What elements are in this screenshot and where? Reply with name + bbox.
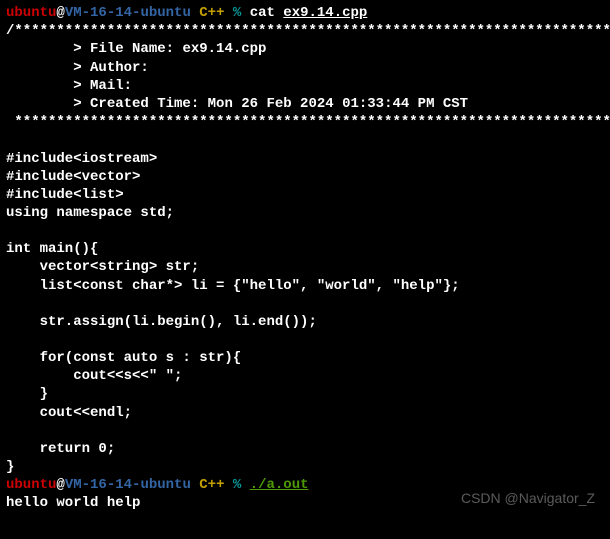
prompt-percent: % bbox=[233, 5, 250, 21]
code-line-close-brace: } bbox=[6, 458, 604, 476]
code-line-for: for(const auto s : str){ bbox=[6, 349, 604, 367]
code-line-include-list: #include<list> bbox=[6, 186, 604, 204]
code-line-main: int main(){ bbox=[6, 240, 604, 258]
command-run: ./a.out bbox=[250, 477, 309, 493]
code-line-return: return 0; bbox=[6, 440, 604, 458]
prompt-host: VM-16-14-ubuntu bbox=[65, 5, 191, 21]
prompt-path: C++ bbox=[191, 477, 233, 493]
prompt-at: @ bbox=[56, 5, 64, 21]
code-line-include-vector: #include<vector> bbox=[6, 168, 604, 186]
prompt-percent: % bbox=[233, 477, 250, 493]
prompt-user: ubuntu bbox=[6, 477, 56, 493]
code-line-list-decl: list<const char*> li = {"hello", "world"… bbox=[6, 277, 604, 295]
created-label: > Created Time: bbox=[6, 96, 208, 112]
header-author: > Author: bbox=[6, 59, 604, 77]
code-line-assign: str.assign(li.begin(), li.end()); bbox=[6, 313, 604, 331]
blank-line bbox=[6, 131, 604, 149]
header-border-bottom: ****************************************… bbox=[6, 113, 604, 131]
code-line-blank bbox=[6, 222, 604, 240]
header-created-time: > Created Time: Mon 26 Feb 2024 01:33:44… bbox=[6, 95, 604, 113]
prompt-at: @ bbox=[56, 477, 64, 493]
code-line-blank bbox=[6, 331, 604, 349]
code-line-brace: } bbox=[6, 385, 604, 403]
author-label: > Author: bbox=[6, 60, 157, 76]
code-line-cout-s: cout<<s<<" "; bbox=[6, 367, 604, 385]
header-mail: > Mail: bbox=[6, 77, 604, 95]
file-name-value: ex9.14.cpp bbox=[182, 41, 266, 57]
created-value: Mon 26 Feb 2024 01:33:44 PM CST bbox=[208, 96, 468, 112]
code-line-cout-endl: cout<<endl; bbox=[6, 404, 604, 422]
prompt-host: VM-16-14-ubuntu bbox=[65, 477, 191, 493]
header-file-name: > File Name: ex9.14.cpp bbox=[6, 40, 604, 58]
code-line-blank bbox=[6, 422, 604, 440]
prompt-path: C++ bbox=[191, 5, 233, 21]
command-cat: cat bbox=[250, 5, 284, 21]
code-line-using-namespace: using namespace std; bbox=[6, 204, 604, 222]
prompt-user: ubuntu bbox=[6, 5, 56, 21]
cat-argument: ex9.14.cpp bbox=[283, 5, 367, 21]
file-name-label: > File Name: bbox=[6, 41, 182, 57]
code-line-include-iostream: #include<iostream> bbox=[6, 150, 604, 168]
code-line-blank bbox=[6, 295, 604, 313]
mail-label: > Mail: bbox=[6, 78, 140, 94]
code-line-vector-decl: vector<string> str; bbox=[6, 258, 604, 276]
watermark: CSDN @Navigator_Z bbox=[461, 489, 595, 507]
header-border-top: /***************************************… bbox=[6, 22, 604, 40]
prompt-line-1[interactable]: ubuntu@VM-16-14-ubuntu C++ % cat ex9.14.… bbox=[6, 4, 604, 22]
